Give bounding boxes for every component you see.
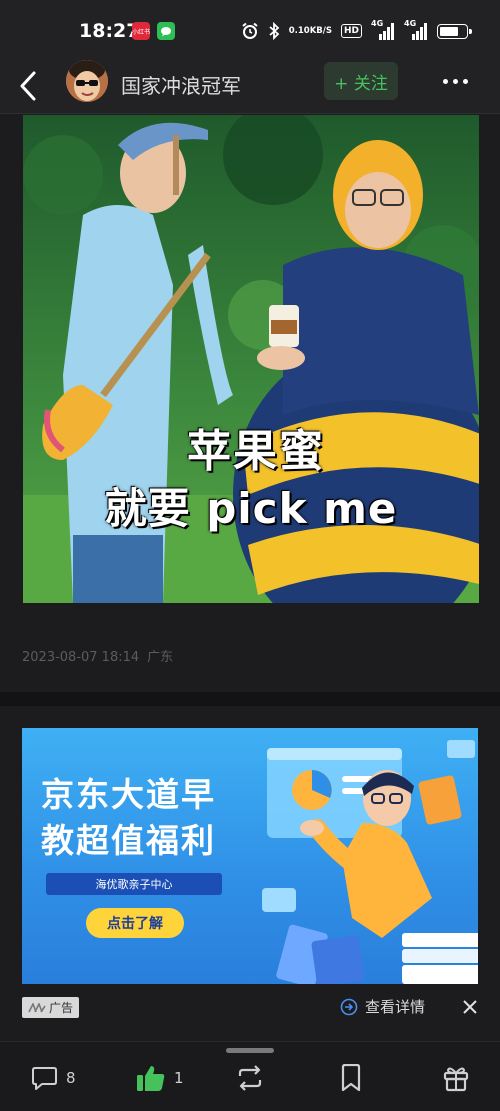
repost-icon: [238, 1065, 262, 1091]
signal-icon-sim2: 4G: [404, 19, 428, 40]
arrow-circle-icon: [340, 998, 358, 1015]
ad-illustration: [262, 740, 478, 984]
bottom-action-bar: 8 1: [0, 1041, 500, 1111]
ad-label: 广告: [22, 997, 80, 1018]
back-button[interactable]: [12, 66, 44, 106]
close-ad-button[interactable]: [458, 994, 482, 1020]
signal-icon-sim1: 4G: [371, 19, 395, 40]
network-speed-value: 0.10: [288, 25, 310, 36]
more-dot-icon: [452, 78, 458, 84]
more-options-button[interactable]: [438, 66, 472, 96]
channel-name[interactable]: 国家冲浪冠军: [121, 70, 241, 99]
ad-advertiser-chip: 海优歌亲子中心: [46, 873, 222, 895]
post-datetime: 2023-08-07 18:14: [22, 650, 140, 665]
like-button[interactable]: 1: [136, 1062, 184, 1094]
more-dot-icon: [462, 78, 468, 84]
like-count: 1: [174, 1069, 184, 1087]
wechat-notification-icon: [157, 22, 175, 40]
share-button[interactable]: [234, 1062, 266, 1094]
comment-icon: [32, 1067, 57, 1090]
battery-level: [440, 26, 458, 36]
thumbs-up-icon: [137, 1066, 165, 1091]
ad-headline: 京东大道早 教超值福利: [41, 772, 216, 864]
video-player[interactable]: 苹果蜜 就要 pick me: [23, 115, 479, 603]
xiaohongshu-notification-icon: 小红书: [132, 22, 150, 40]
status-icons: 0.10 KB/S HD 4G 4G: [241, 19, 472, 43]
ad-headline-line-1: 京东大道早: [41, 775, 216, 814]
close-icon: [463, 1000, 477, 1014]
gift-icon: [443, 1067, 469, 1092]
ad-label-text: 广告: [49, 1001, 74, 1015]
video-caption-line-1: 苹果蜜: [187, 426, 325, 477]
view-details-label: 查看详情: [365, 998, 426, 1016]
ad-network-logo-icon: [28, 1002, 46, 1012]
channel-avatar[interactable]: [66, 60, 108, 102]
video-caption-line-2: 就要 pick me: [104, 484, 398, 533]
view-details-link[interactable]: 查看详情: [340, 996, 425, 1017]
status-bar: 18:27 小红书 0.10 KB/S HD 4G 4G: [0, 0, 500, 58]
gift-button[interactable]: [442, 1062, 470, 1094]
hd-voice-icon: HD: [340, 24, 362, 38]
more-dot-icon: [442, 78, 448, 84]
alarm-icon: [241, 22, 259, 40]
status-time: 18:27: [79, 20, 140, 42]
back-arrow-icon: [20, 71, 36, 101]
post-meta: 2023-08-07 18:14 广东: [22, 646, 173, 665]
section-divider: [0, 692, 500, 706]
signal-2-label: 4G: [404, 19, 417, 28]
ad-footer: 广告 查看详情: [0, 994, 500, 1024]
follow-button[interactable]: + 关注: [324, 62, 398, 100]
drag-handle[interactable]: [226, 1048, 274, 1053]
ad-cta-button[interactable]: 点击了解: [86, 908, 184, 938]
ad-headline-line-2: 教超值福利: [41, 821, 216, 860]
signal-1-label: 4G: [371, 19, 384, 28]
network-speed-unit: KB/S: [309, 25, 332, 36]
comment-button[interactable]: 8: [31, 1062, 76, 1094]
bluetooth-icon: [268, 22, 280, 40]
network-speed: 0.10 KB/S: [288, 25, 332, 36]
post-location: 广东: [147, 650, 174, 665]
comment-count: 8: [66, 1069, 76, 1087]
battery-icon: [437, 23, 472, 39]
bookmark-icon: [341, 1064, 361, 1092]
ad-banner[interactable]: 京东大道早 教超值福利 海优歌亲子中心 点击了解: [22, 728, 478, 984]
post-header: 国家冲浪冠军 + 关注: [0, 58, 500, 114]
bookmark-button[interactable]: [340, 1062, 362, 1094]
